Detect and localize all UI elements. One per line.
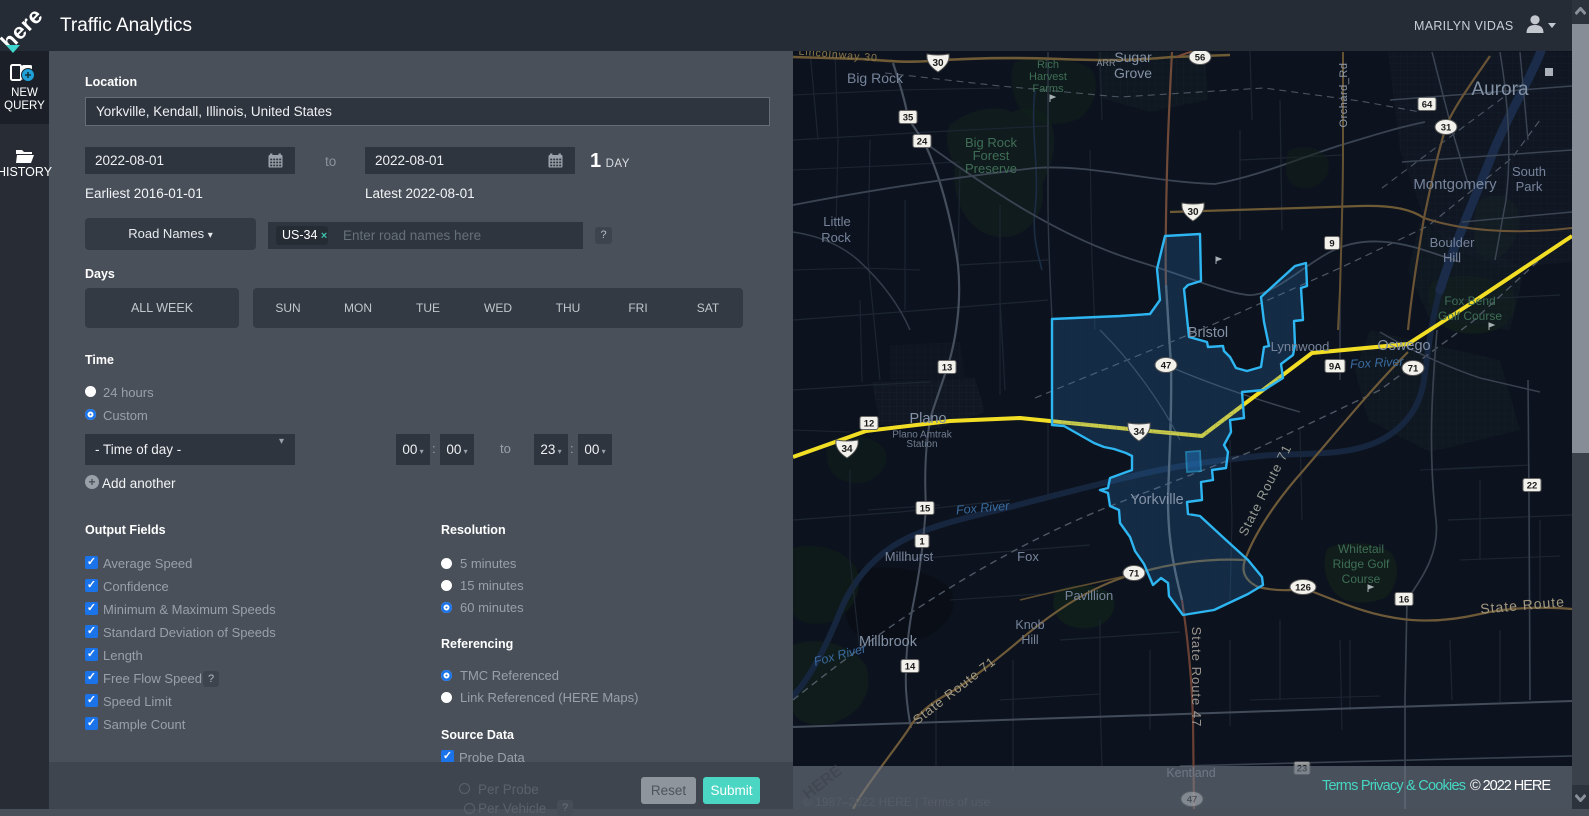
svg-text:South: South — [1512, 164, 1546, 179]
svg-text:12: 12 — [864, 419, 875, 430]
svg-text:30: 30 — [1187, 207, 1199, 218]
svg-text:Station: Station — [906, 439, 937, 450]
svg-text:Golf Course: Golf Course — [1438, 309, 1502, 323]
svg-text:Rich: Rich — [1037, 59, 1059, 71]
svg-text:64: 64 — [1422, 100, 1433, 111]
svg-text:Fox River: Fox River — [1350, 355, 1405, 372]
svg-text:Rock: Rock — [821, 230, 851, 245]
svg-text:Course: Course — [1342, 572, 1381, 586]
svg-text:34: 34 — [841, 444, 853, 455]
svg-text:31: 31 — [1441, 123, 1452, 134]
svg-text:Hill: Hill — [1443, 250, 1461, 265]
svg-text:22: 22 — [1527, 481, 1538, 492]
svg-text:Little: Little — [823, 214, 850, 229]
svg-text:Pavillion: Pavillion — [1065, 588, 1113, 603]
svg-text:16: 16 — [1399, 595, 1410, 606]
svg-text:Terms Privacy & Cookies: Terms Privacy & Cookies — [1322, 778, 1466, 794]
svg-text:56: 56 — [1195, 53, 1206, 64]
svg-text:1: 1 — [919, 537, 925, 548]
svg-text:Montgomery: Montgomery — [1413, 176, 1497, 193]
svg-text:Boulder: Boulder — [1430, 235, 1475, 250]
svg-text:Yorkville: Yorkville — [1130, 492, 1183, 508]
svg-text:Millhurst: Millhurst — [885, 549, 934, 564]
svg-text:Aurora: Aurora — [1471, 79, 1528, 100]
svg-text:Grove: Grove — [1114, 65, 1152, 81]
svg-text:34: 34 — [1133, 427, 1145, 438]
svg-text:Park: Park — [1516, 179, 1543, 194]
svg-text:Hill: Hill — [1021, 633, 1038, 647]
svg-text:Whitetail: Whitetail — [1338, 542, 1384, 556]
svg-text:Big Rock: Big Rock — [847, 70, 904, 86]
svg-text:35: 35 — [903, 113, 914, 124]
svg-text:Harvest: Harvest — [1029, 71, 1067, 83]
svg-text:Fox: Fox — [1017, 549, 1039, 564]
svg-text:71: 71 — [1408, 364, 1419, 375]
svg-text:30: 30 — [932, 58, 944, 69]
svg-text:State Route 47: State Route 47 — [1189, 627, 1204, 728]
svg-text:9A: 9A — [1329, 362, 1341, 373]
svg-text:24: 24 — [917, 137, 928, 148]
svg-text:© 2022 HERE: © 2022 HERE — [1470, 778, 1551, 794]
svg-text:Farms: Farms — [1032, 83, 1064, 95]
svg-text:Fox Bend: Fox Bend — [1444, 294, 1495, 308]
svg-text:Plano: Plano — [909, 411, 946, 427]
svg-text:© 1987–2022 HERE | Terms of us: © 1987–2022 HERE | Terms of use — [803, 795, 990, 809]
svg-text:9: 9 — [1329, 239, 1334, 250]
svg-text:Oswego: Oswego — [1377, 338, 1430, 354]
svg-text:Orchard_Rd: Orchard_Rd — [1338, 63, 1350, 128]
svg-text:15: 15 — [920, 504, 931, 515]
svg-text:Lynnwood: Lynnwood — [1271, 339, 1330, 354]
svg-text:Sugar: Sugar — [1114, 51, 1152, 65]
svg-text:Preserve: Preserve — [965, 161, 1017, 176]
svg-text:71: 71 — [1129, 569, 1140, 580]
svg-text:Bristol: Bristol — [1188, 325, 1228, 341]
svg-text:14: 14 — [905, 662, 916, 673]
svg-text:47: 47 — [1161, 361, 1172, 372]
svg-text:Knob: Knob — [1015, 618, 1044, 632]
svg-text:13: 13 — [942, 363, 953, 374]
svg-text:Millbrook: Millbrook — [859, 634, 918, 650]
svg-text:126: 126 — [1295, 583, 1311, 594]
svg-text:Ridge Golf: Ridge Golf — [1333, 557, 1390, 571]
